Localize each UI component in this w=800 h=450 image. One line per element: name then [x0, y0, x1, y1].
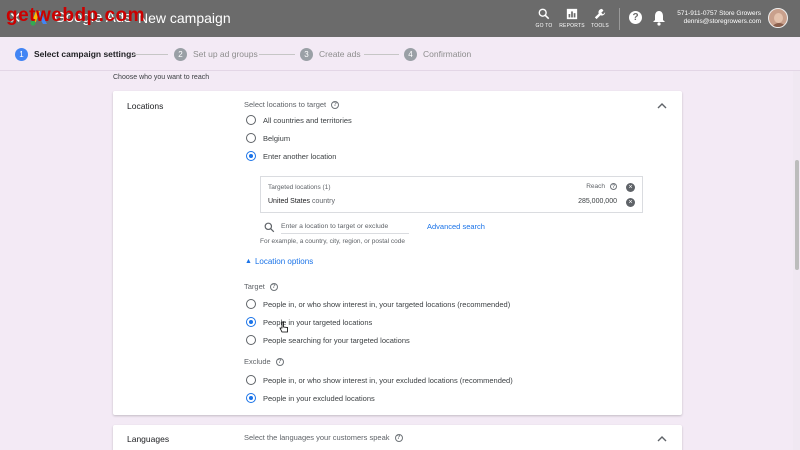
chevron-up-icon: ▲ [245, 258, 252, 265]
tools-label: TOOLS [591, 23, 609, 29]
target-option-searching[interactable]: People searching for your targeted locat… [246, 334, 410, 346]
step-connector [364, 54, 399, 55]
radio-label: All countries and territories [263, 115, 352, 125]
page-title: New campaign [138, 10, 231, 26]
radio-button[interactable] [246, 133, 256, 143]
avatar[interactable] [768, 8, 788, 28]
select-locations-label: Select locations to target ? [244, 100, 340, 109]
toolbar-divider [619, 8, 620, 30]
help-circle-icon[interactable]: ? [275, 357, 284, 366]
wrench-icon [594, 8, 606, 20]
exclude-label: Exclude ? [244, 357, 284, 366]
location-option-another[interactable]: Enter another location [246, 150, 336, 162]
target-text: Target [244, 282, 265, 291]
location-search-hint: For example, a country, city, region, or… [260, 238, 405, 245]
step-select-campaign-settings[interactable]: 1 Select campaign settings [15, 46, 136, 62]
help-circle-icon[interactable]: ? [610, 183, 617, 190]
step-label: Create ads [319, 49, 361, 59]
remove-all-icon[interactable]: × [626, 183, 635, 192]
radio-label: People in, or who show interest in, your… [263, 375, 513, 385]
help-circle-icon[interactable]: ? [331, 100, 340, 109]
help-circle-icon[interactable]: ? [269, 282, 278, 291]
section-heading: Choose who you want to reach [113, 74, 210, 81]
radio-button-selected[interactable] [246, 393, 256, 403]
location-options-toggle[interactable]: ▲ Location options [245, 257, 313, 266]
exclude-option-presence[interactable]: People in your excluded locations [246, 392, 375, 404]
locations-card: Locations Select locations to target ? A… [113, 91, 682, 415]
targeted-locations-header: Targeted locations (1) [268, 184, 331, 191]
radio-button[interactable] [246, 115, 256, 125]
chevron-up-icon[interactable] [657, 102, 667, 110]
radio-label: People in, or who show interest in, your… [263, 299, 511, 309]
help-circle-icon[interactable]: ? [394, 433, 403, 442]
select-languages-text: Select the languages your customers spea… [244, 433, 390, 442]
locations-title: Locations [127, 101, 164, 111]
radio-button-selected[interactable] [246, 317, 256, 327]
targeted-location-row: United States country [268, 198, 335, 205]
radio-label: Belgium [263, 133, 291, 143]
target-option-presence[interactable]: People in your targeted locations [246, 316, 372, 328]
location-reach: 285,000,000 [578, 198, 617, 205]
campaign-steps: 1 Select campaign settings 2 Set up ad g… [0, 37, 800, 71]
account-info[interactable]: 571-911-0757 Store Growers dennis@storeg… [677, 10, 761, 26]
target-label: Target ? [244, 282, 278, 291]
step-number: 1 [15, 47, 28, 61]
reach-label: Reach [586, 183, 605, 190]
location-kind: country [311, 198, 335, 205]
select-languages-label: Select the languages your customers spea… [244, 433, 403, 442]
exclude-text: Exclude [244, 357, 271, 366]
scrollbar-thumb[interactable] [795, 160, 799, 270]
account-email: dennis@storegrowers.com [683, 18, 761, 25]
step-set-up-ad-groups[interactable]: 2 Set up ad groups [174, 46, 258, 62]
targeted-locations-box: Targeted locations (1) Reach ? × United … [260, 176, 643, 213]
languages-card: Languages Select the languages your cust… [113, 425, 682, 450]
step-connector [133, 54, 168, 55]
location-search-input[interactable] [281, 220, 409, 234]
help-icon[interactable]: ? [629, 11, 642, 24]
select-locations-text: Select locations to target [244, 100, 327, 109]
step-connector [259, 54, 295, 55]
radio-label: People searching for your targeted locat… [263, 335, 410, 345]
location-name: United States [268, 198, 311, 205]
search-icon [538, 8, 550, 20]
radio-label: Enter another location [263, 151, 337, 161]
step-number: 2 [174, 47, 187, 61]
radio-button[interactable] [246, 335, 256, 345]
hand-cursor-icon [279, 321, 288, 333]
reach-header: Reach ? [586, 183, 617, 190]
step-label: Select campaign settings [34, 49, 137, 59]
reports-icon [566, 8, 578, 20]
step-label: Set up ad groups [193, 49, 258, 59]
watermark: getwebdp.com [6, 5, 146, 26]
account-id: 571-911-0757 Store Growers [677, 10, 761, 17]
step-confirmation[interactable]: 4 Confirmation [404, 46, 471, 62]
step-label: Confirmation [423, 49, 472, 59]
target-option-interest[interactable]: People in, or who show interest in, your… [246, 298, 510, 310]
exclude-option-interest[interactable]: People in, or who show interest in, your… [246, 374, 513, 386]
languages-title: Languages [127, 434, 170, 444]
location-option-belgium[interactable]: Belgium [246, 132, 290, 144]
tools-button[interactable]: TOOLS [583, 7, 617, 29]
location-option-all[interactable]: All countries and territories [246, 114, 352, 126]
search-icon [264, 222, 275, 233]
remove-location-icon[interactable]: × [626, 198, 635, 207]
location-options-label: Location options [254, 257, 314, 266]
radio-button[interactable] [246, 375, 256, 385]
steps-divider [0, 70, 800, 71]
radio-label: People in your excluded locations [263, 393, 375, 403]
chevron-up-icon[interactable] [657, 435, 667, 443]
step-create-ads[interactable]: 3 Create ads [300, 46, 361, 62]
step-number: 3 [300, 47, 313, 61]
step-number: 4 [404, 47, 417, 61]
radio-button[interactable] [246, 299, 256, 309]
advanced-search-link[interactable]: Advanced search [427, 222, 485, 231]
radio-button-selected[interactable] [246, 151, 256, 161]
bell-icon[interactable] [652, 10, 666, 26]
